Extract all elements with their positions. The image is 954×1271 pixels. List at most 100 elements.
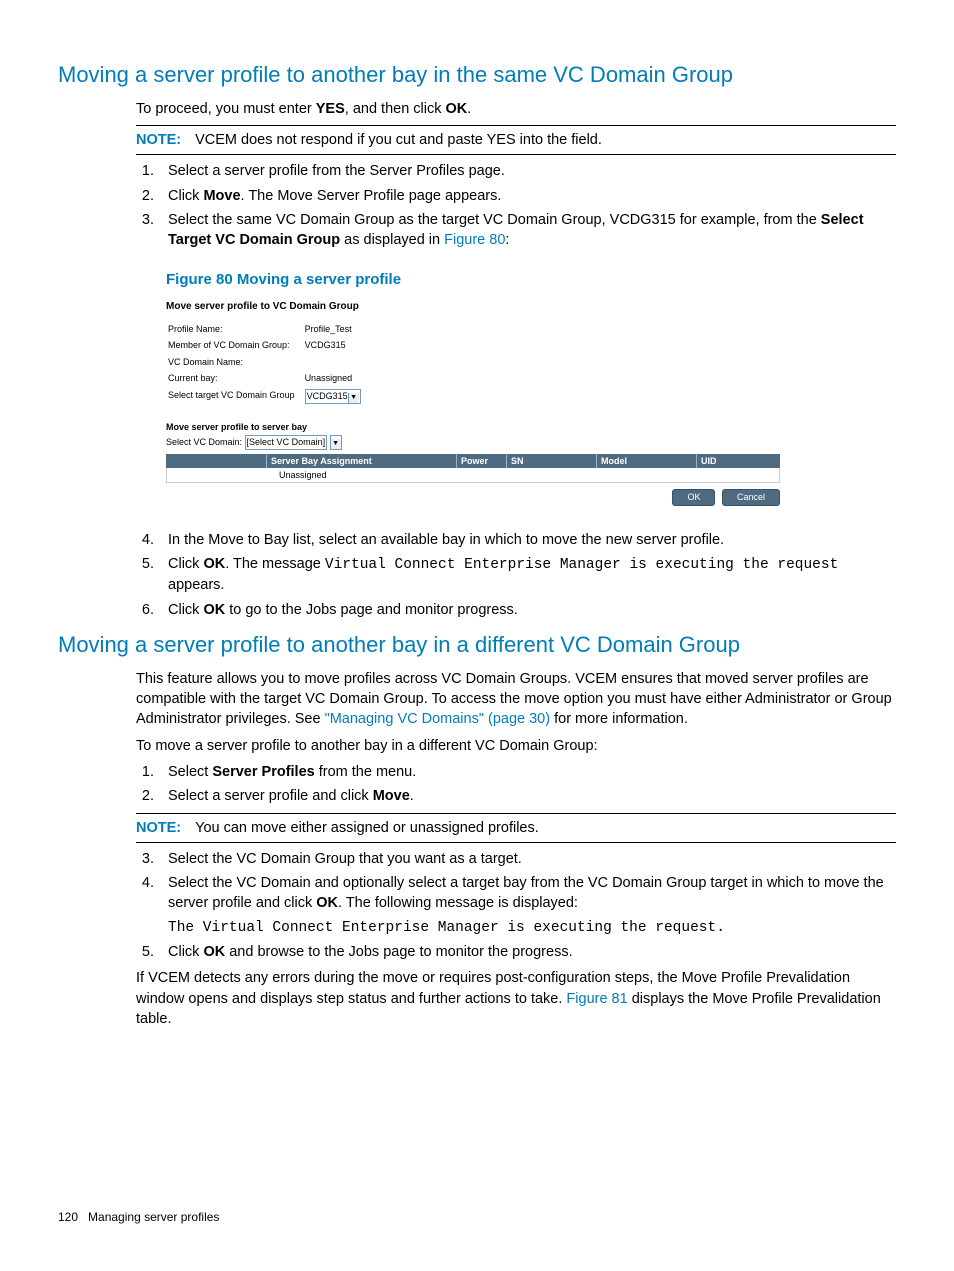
text: . The following message is displayed:: [338, 895, 578, 911]
text: Click: [168, 556, 203, 572]
text: Select: [168, 764, 212, 780]
vc-domain-select[interactable]: [Select VC Domain]: [245, 435, 328, 450]
text: Select a server profile and click: [168, 788, 373, 804]
note-block: NOTE: VCEM does not respond if you cut an…: [136, 130, 896, 150]
text: . The Move Server Profile page appears.: [241, 188, 502, 204]
label: Member of VC Domain Group:: [168, 338, 303, 353]
target-group-select[interactable]: VCDG315▼: [305, 389, 361, 404]
note-block: NOTE:You can move either assigned or una…: [136, 818, 896, 838]
cross-ref-link[interactable]: "Managing VC Domains" (page 30): [325, 711, 551, 727]
step-item: Click OK to go to the Jobs page and moni…: [158, 600, 896, 620]
text-ok: OK: [203, 602, 225, 618]
text: To proceed, you must enter: [136, 101, 316, 117]
text-ok: OK: [316, 895, 338, 911]
value: VCDG315: [305, 338, 369, 353]
step-item: In the Move to Bay list, select an avail…: [158, 530, 896, 550]
divider: [136, 154, 896, 155]
paragraph: This feature allows you to move profiles…: [136, 669, 896, 730]
label: Select VC Domain:: [166, 437, 242, 447]
label: VC Domain Name:: [168, 355, 303, 370]
step-item: Click Move. The Move Server Profile page…: [158, 186, 896, 206]
text: to go to the Jobs page and monitor progr…: [225, 602, 518, 618]
text-ok: OK: [203, 944, 225, 960]
panel-title: Move server profile to VC Domain Group: [166, 300, 780, 314]
step-item: Select a server profile from the Server …: [158, 161, 896, 181]
col-header: Model: [596, 454, 696, 468]
step-item: Select the VC Domain and optionally sele…: [158, 873, 896, 938]
text: Click: [168, 944, 203, 960]
text-ok: OK: [446, 101, 468, 117]
vc-domain-select-arrow[interactable]: ▼: [330, 435, 342, 450]
step-item: Click OK. The message Virtual Connect En…: [158, 554, 896, 596]
text: from the menu.: [315, 764, 417, 780]
step-item: Select the same VC Domain Group as the t…: [158, 210, 896, 251]
paragraph: If VCEM detects any errors during the mo…: [136, 968, 896, 1029]
col-header: Power: [456, 454, 506, 468]
figure-link-81[interactable]: Figure 81: [566, 991, 627, 1007]
text-yes: YES: [316, 101, 345, 117]
text: as displayed in: [340, 232, 444, 248]
col-header: SN: [506, 454, 596, 468]
text: . The message: [225, 556, 325, 572]
text: , and then click: [345, 101, 446, 117]
page-number: 120: [58, 1210, 78, 1224]
chevron-down-icon: ▼: [331, 439, 341, 449]
text: Select the same VC Domain Group as the t…: [168, 212, 821, 228]
section-heading-diff-group: Moving a server profile to another bay i…: [58, 630, 896, 661]
select-value: VCDG315: [307, 391, 348, 401]
text: Click: [168, 188, 203, 204]
select-vc-domain-row: Select VC Domain: [Select VC Domain] ▼: [166, 435, 780, 450]
text: appears.: [168, 577, 224, 593]
steps-list: Select Server Profiles from the menu. Se…: [136, 762, 896, 807]
figure-caption: Figure 80 Moving a server profile: [166, 269, 896, 290]
footer-section-name: Managing server profiles: [88, 1210, 219, 1224]
intro-paragraph: To proceed, you must enter YES, and then…: [136, 99, 896, 119]
grid-header: Server Bay Assignment Power SN Model UID: [166, 454, 780, 468]
page-footer: 120 Managing server profiles: [58, 1209, 896, 1226]
figure-80-screenshot: Move server profile to VC Domain Group P…: [166, 300, 780, 506]
text: and browse to the Jobs page to monitor t…: [225, 944, 572, 960]
text-move: Move: [203, 188, 240, 204]
select-value: [Select VC Domain]: [247, 437, 326, 447]
divider: [136, 842, 896, 843]
ok-button[interactable]: OK: [672, 489, 715, 506]
col-header: Server Bay Assignment: [266, 454, 456, 468]
value: Unassigned: [305, 371, 369, 386]
step-item: Select a server profile and click Move.: [158, 786, 896, 806]
text: :: [505, 232, 509, 248]
value: [305, 355, 369, 370]
message-text: The Virtual Connect Enterprise Manager i…: [168, 918, 896, 938]
section-heading-same-group: Moving a server profile to another bay i…: [58, 60, 896, 91]
text: .: [410, 788, 414, 804]
message-text: Virtual Connect Enterprise Manager is ex…: [325, 557, 838, 573]
text-server-profiles: Server Profiles: [212, 764, 314, 780]
grid-row: Unassigned: [166, 468, 780, 483]
cell: Unassigned: [275, 469, 473, 482]
figure-link-80[interactable]: Figure 80: [444, 232, 505, 248]
step-item: Select the VC Domain Group that you want…: [158, 849, 896, 869]
label: Current bay:: [168, 371, 303, 386]
label: Profile Name:: [168, 322, 303, 337]
chevron-down-icon: ▼: [348, 393, 359, 403]
note-text: VCEM does not respond if you cut and pas…: [195, 132, 602, 148]
properties-table: Profile Name:Profile_Test Member of VC D…: [166, 320, 371, 407]
note-label: NOTE:: [136, 132, 181, 148]
step-item: Select Server Profiles from the menu.: [158, 762, 896, 782]
text-move: Move: [373, 788, 410, 804]
text: Click: [168, 602, 203, 618]
divider: [136, 813, 896, 814]
step-item: Click OK and browse to the Jobs page to …: [158, 942, 896, 962]
note-label: NOTE:: [136, 820, 181, 836]
cancel-button[interactable]: Cancel: [722, 489, 780, 506]
text: for more information.: [550, 711, 688, 727]
label: Select target VC Domain Group: [168, 388, 303, 405]
value: Profile_Test: [305, 322, 369, 337]
col-header: UID: [696, 454, 780, 468]
text-ok: OK: [203, 556, 225, 572]
subsection-title: Move server profile to server bay: [166, 421, 780, 434]
paragraph: To move a server profile to another bay …: [136, 736, 896, 756]
text: .: [467, 101, 471, 117]
steps-list-cont: In the Move to Bay list, select an avail…: [136, 530, 896, 620]
divider: [136, 125, 896, 126]
steps-list: Select a server profile from the Server …: [136, 161, 896, 250]
